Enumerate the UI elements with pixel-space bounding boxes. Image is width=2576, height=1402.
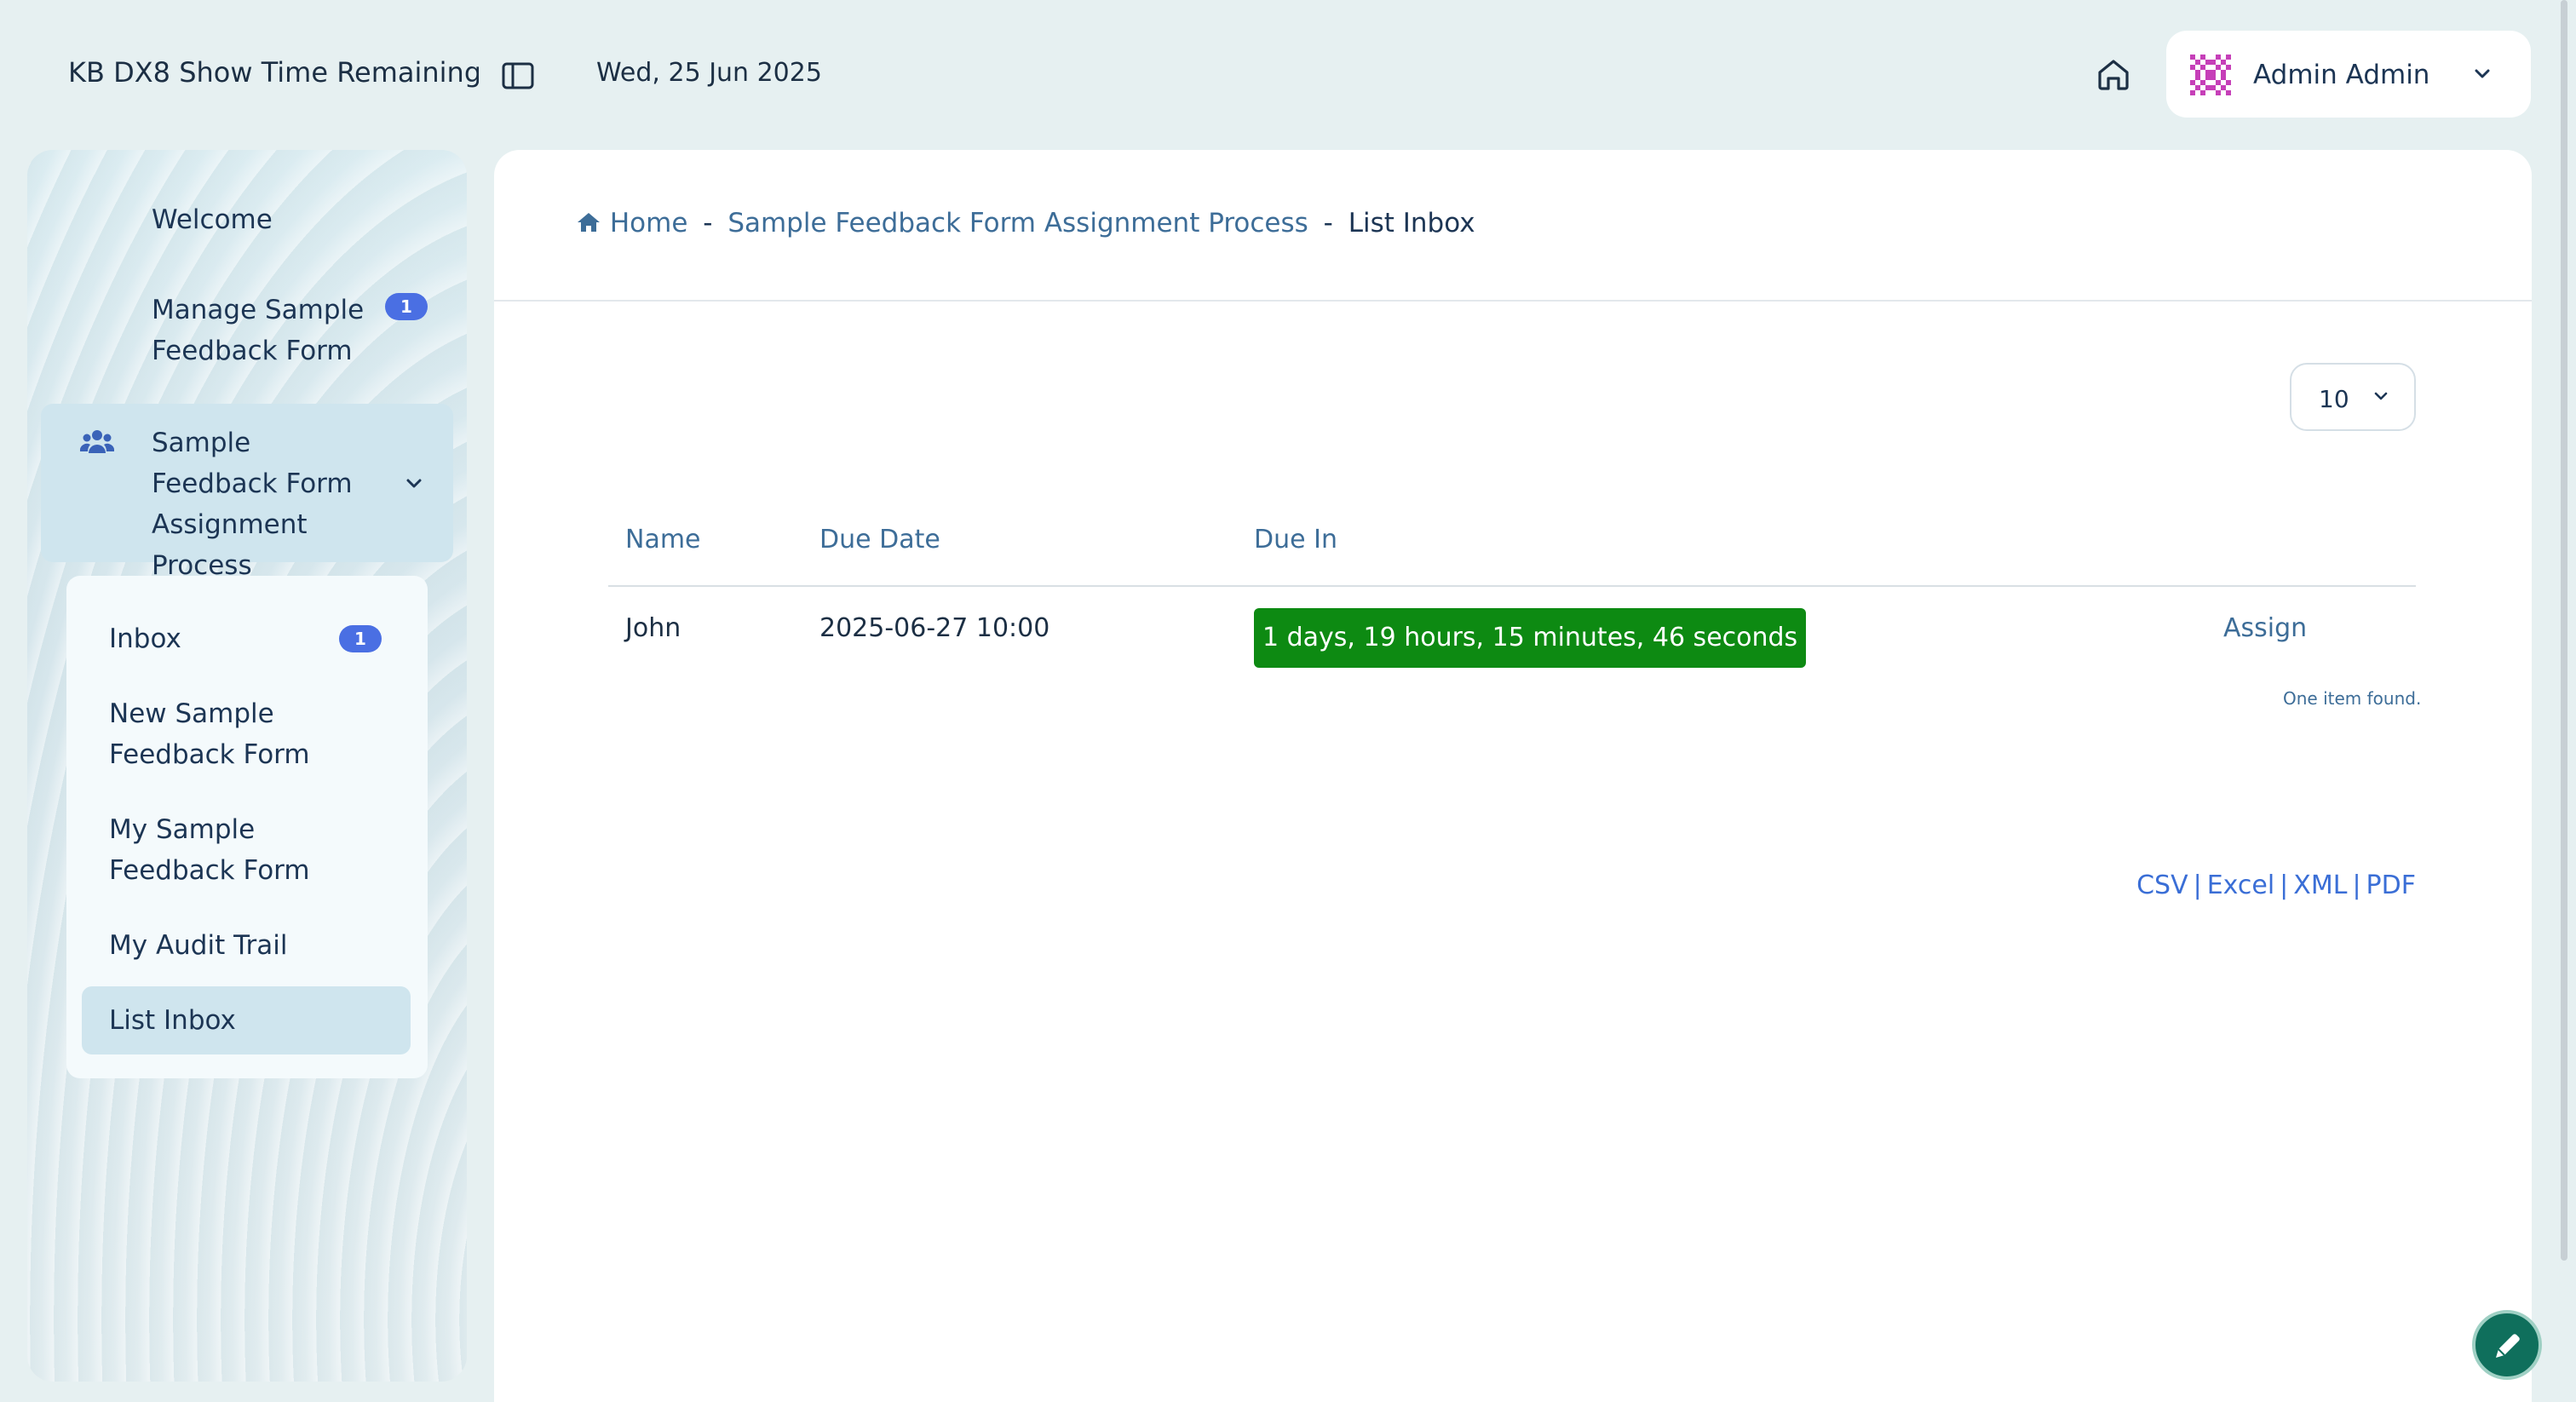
sidebar-submenu: Inbox 1 New Sample Feedback Form My Samp…	[66, 576, 428, 1078]
submenu-item-list-inbox[interactable]: List Inbox	[109, 1000, 236, 1041]
chevron-down-icon	[402, 472, 426, 499]
user-menu[interactable]: Admin Admin	[2166, 31, 2531, 118]
users-icon	[79, 428, 115, 460]
pencil-icon	[2496, 1334, 2520, 1358]
export-separator: |	[2352, 871, 2361, 900]
sidebar: Welcome Manage Sample Feedback Form 1 Sa…	[27, 150, 467, 1382]
export-excel-link[interactable]: Excel	[2207, 871, 2274, 900]
export-separator: |	[2280, 871, 2289, 900]
table-summary: One item found.	[2283, 688, 2422, 709]
sidebar-toggle-icon[interactable]	[501, 61, 535, 90]
breadcrumb-process[interactable]: Sample Feedback Form Assignment Process	[727, 208, 1308, 238]
submenu-badge-inbox: 1	[339, 625, 382, 652]
column-header-due-date[interactable]: Due Date	[819, 525, 940, 554]
chevron-down-icon	[2470, 61, 2495, 87]
export-links: CSV | Excel | XML | PDF	[2113, 871, 2416, 900]
breadcrumb-current: List Inbox	[1348, 208, 1475, 238]
home-icon[interactable]	[576, 210, 601, 240]
page-size-select[interactable]: 10	[2290, 363, 2416, 431]
column-header-name[interactable]: Name	[625, 525, 701, 554]
sidebar-item-manage-sample-feedback-form[interactable]: Manage Sample Feedback Form	[152, 290, 373, 371]
sidebar-badge-manage: 1	[385, 293, 428, 320]
header-divider	[494, 300, 2532, 302]
breadcrumb-separator: -	[703, 208, 713, 238]
chevron-down-icon	[2370, 385, 2392, 407]
header-date: Wed, 25 Jun 2025	[596, 58, 822, 88]
table-header-divider	[608, 585, 2416, 587]
sidebar-item-welcome[interactable]: Welcome	[152, 199, 273, 240]
edit-fab-button[interactable]	[2472, 1310, 2542, 1380]
sidebar-item-label: Sample Feedback Form Assignment Process	[152, 428, 353, 581]
app-title: KB DX8 Show Time Remaining Sample	[68, 56, 479, 89]
export-separator: |	[2193, 871, 2202, 900]
user-name: Admin Admin	[2253, 60, 2430, 90]
page-scrollbar[interactable]	[2561, 0, 2567, 1261]
avatar	[2185, 49, 2236, 101]
cell-name: John	[625, 613, 681, 643]
page-size-value: 10	[2319, 385, 2349, 413]
column-header-due-in[interactable]: Due In	[1254, 525, 1337, 554]
submenu-item-new-form[interactable]: New Sample Feedback Form	[109, 693, 339, 775]
due-in-badge: 1 days, 19 hours, 15 minutes, 46 seconds	[1254, 608, 1807, 668]
assign-link[interactable]: Assign	[2223, 613, 2307, 643]
submenu-item-inbox[interactable]: Inbox	[109, 618, 181, 659]
breadcrumb-home[interactable]: Home	[610, 208, 688, 238]
submenu-item-audit-trail[interactable]: My Audit Trail	[109, 925, 287, 966]
export-csv-link[interactable]: CSV	[2136, 871, 2188, 900]
main-panel: Home - Sample Feedback Form Assignment P…	[494, 150, 2532, 1402]
export-xml-link[interactable]: XML	[2293, 871, 2347, 900]
sidebar-item-assignment-process[interactable]: Sample Feedback Form Assignment Process	[41, 404, 453, 581]
export-pdf-link[interactable]: PDF	[2366, 871, 2416, 900]
cell-due-date: 2025-06-27 10:00	[819, 613, 1050, 643]
breadcrumb-separator: -	[1323, 208, 1333, 238]
submenu-item-my-form[interactable]: My Sample Feedback Form	[109, 809, 382, 891]
breadcrumb: Home - Sample Feedback Form Assignment P…	[576, 208, 1475, 240]
home-icon[interactable]	[2094, 55, 2133, 94]
